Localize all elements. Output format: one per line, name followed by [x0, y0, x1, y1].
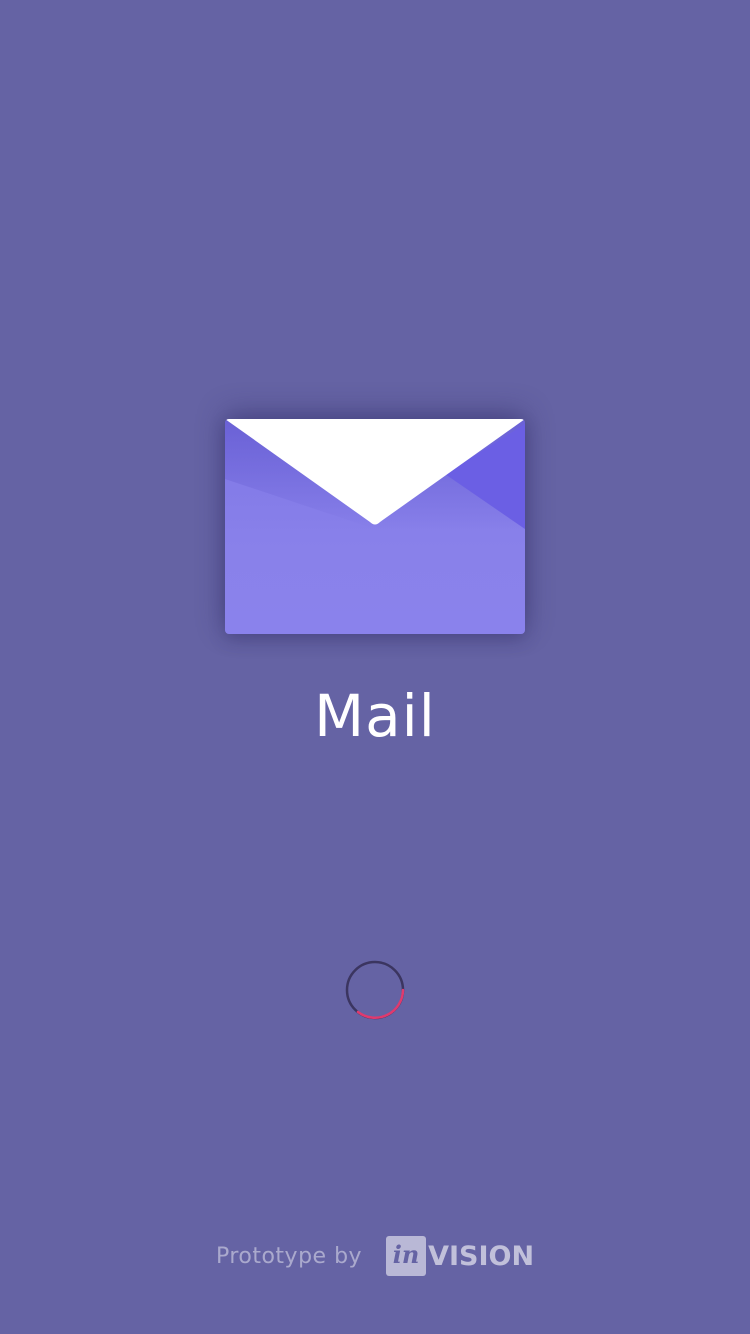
app-title: Mail — [314, 682, 436, 750]
invision-logo-wordmark: VISION — [428, 1240, 535, 1272]
invision-logo-mark-text: in — [392, 1240, 420, 1269]
loading-spinner-icon — [344, 959, 406, 1021]
mail-envelope-icon — [225, 419, 525, 634]
splash-screen: Mail Prototype by in VISION — [0, 0, 750, 1334]
prototype-by-text: Prototype by — [215, 1243, 363, 1269]
invision-logo-mark: in — [386, 1236, 427, 1276]
invision-logo[interactable]: in VISION — [386, 1236, 534, 1276]
footer: Prototype by in VISION — [0, 1234, 750, 1278]
